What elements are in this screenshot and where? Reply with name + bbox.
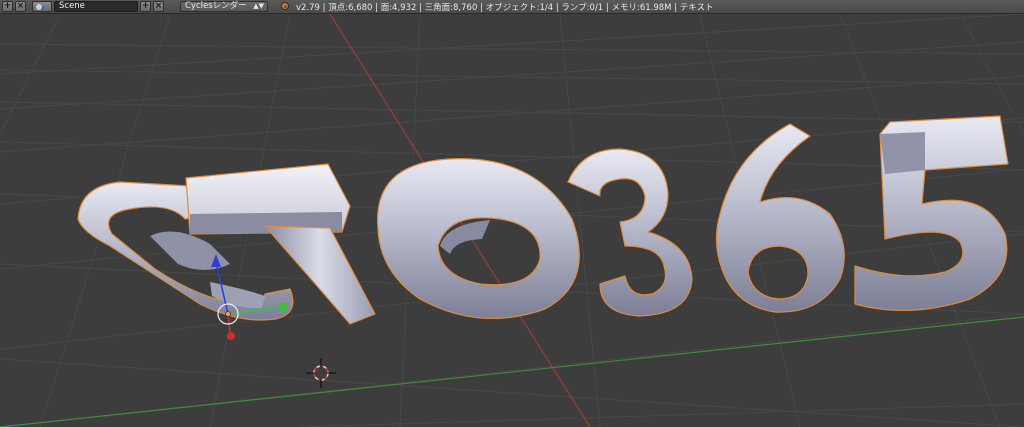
render-engine-label: Cyclesレンダー [185,1,247,11]
scene-selector-icon[interactable] [32,1,52,12]
render-engine-dropdown[interactable]: Cyclesレンダー ▲▼ [180,1,268,12]
glyph-6 [715,123,845,313]
info-header: + × Scene + × Cyclesレンダー ▲▼ v2.79 | 頂点:6… [0,0,1024,14]
scene-statistics: v2.79 | 頂点:6,680 | 面:4,932 | 三角面:8,760 |… [296,2,714,13]
y-axis-line [0,316,1024,427]
viewport-canvas[interactable] [0,14,1024,427]
3d-viewport[interactable] [0,14,1024,427]
delete-screen-button[interactable]: × [15,1,26,12]
add-screen-button[interactable]: + [2,1,13,12]
blender-logo-icon [280,1,291,12]
add-scene-button[interactable]: + [140,1,151,12]
delete-scene-button[interactable]: × [153,1,164,12]
dropdown-arrows-icon: ▲▼ [253,2,264,10]
3d-cursor-icon[interactable] [306,358,336,388]
text-object-ATO365[interactable] [77,115,1009,325]
glyph-5 [854,115,1009,312]
scene-name-field[interactable]: Scene [54,1,138,12]
